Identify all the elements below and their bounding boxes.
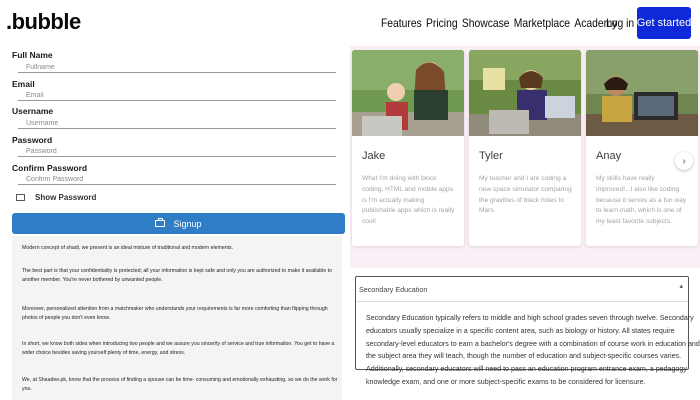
anay-photo bbox=[586, 50, 698, 136]
testimonial-text: My teacher and I are coding a new space … bbox=[479, 175, 572, 215]
about-paragraph: In short, we know both sides when introd… bbox=[22, 341, 335, 356]
password-label: Password bbox=[12, 135, 53, 145]
about-paragraph: Moreover, personalized attention from a … bbox=[22, 306, 328, 321]
signup-button-label: Signup bbox=[173, 218, 202, 229]
accordion-title[interactable]: Secondary Education bbox=[359, 285, 427, 294]
show-password-label: Show Password bbox=[35, 193, 97, 202]
accordion-divider bbox=[356, 301, 688, 302]
testimonial-name: Anay bbox=[596, 150, 622, 162]
login-link[interactable]: Log in bbox=[606, 16, 634, 30]
testimonial-text: My skills have really improved!...I also… bbox=[596, 175, 687, 226]
testimonial-card-jake[interactable]: Jake What I'm doing with block coding, H… bbox=[352, 50, 464, 246]
nav-pricing[interactable]: Pricing bbox=[426, 16, 458, 30]
chevron-right-icon: › bbox=[682, 155, 686, 167]
fullname-input[interactable] bbox=[18, 62, 336, 73]
testimonial-text: What I'm doing with block coding, HTML a… bbox=[362, 175, 455, 226]
username-label: Username bbox=[12, 106, 54, 116]
show-password-checkbox[interactable] bbox=[16, 194, 25, 201]
briefcase-icon bbox=[155, 218, 166, 227]
nav-marketplace[interactable]: Marketplace bbox=[514, 16, 570, 30]
testimonial-name: Tyler bbox=[479, 150, 503, 162]
tyler-photo bbox=[469, 50, 581, 136]
jake-photo bbox=[352, 50, 464, 136]
confirm-password-label: Confirm Password bbox=[12, 163, 88, 173]
testimonial-name: Jake bbox=[362, 150, 386, 162]
about-paragraph: We, at Shaadee.pk, know that the process… bbox=[22, 377, 338, 392]
show-password-toggle[interactable]: Show Password bbox=[16, 193, 96, 202]
email-label: Email bbox=[12, 79, 35, 89]
get-started-button[interactable]: Get started bbox=[637, 7, 691, 39]
main-nav: Features Pricing Showcase Marketplace Ac… bbox=[381, 16, 617, 30]
nav-showcase[interactable]: Showcase bbox=[462, 16, 510, 30]
about-section: Modern concept of shadi, we present is a… bbox=[12, 236, 342, 400]
caret-up-icon[interactable]: ▴ bbox=[679, 282, 683, 290]
username-input[interactable] bbox=[18, 118, 336, 129]
password-input[interactable] bbox=[18, 146, 336, 157]
about-paragraph: Modern concept of shadi, we present is a… bbox=[22, 245, 234, 251]
confirm-password-input[interactable] bbox=[18, 174, 336, 185]
nav-features[interactable]: Features bbox=[381, 16, 422, 30]
top-navigation: .bubble Features Pricing Showcase Market… bbox=[0, 0, 700, 46]
secondary-education-accordion: Secondary Education ▴ Secondary Educatio… bbox=[355, 276, 700, 386]
about-paragraph: The best part is that your confidentiali… bbox=[22, 268, 332, 283]
signup-button[interactable]: Signup bbox=[12, 213, 345, 234]
accordion-body: Secondary Education typically refers to … bbox=[366, 314, 700, 386]
fullname-label: Full Name bbox=[12, 50, 53, 60]
bubble-logo[interactable]: .bubble bbox=[6, 9, 81, 35]
testimonial-card-anay[interactable]: Anay My skills have really improved!...I… bbox=[586, 50, 698, 246]
email-input[interactable] bbox=[18, 90, 336, 101]
carousel-next-button[interactable]: › bbox=[675, 152, 693, 170]
testimonial-card-tyler[interactable]: Tyler My teacher and I are coding a new … bbox=[469, 50, 581, 246]
